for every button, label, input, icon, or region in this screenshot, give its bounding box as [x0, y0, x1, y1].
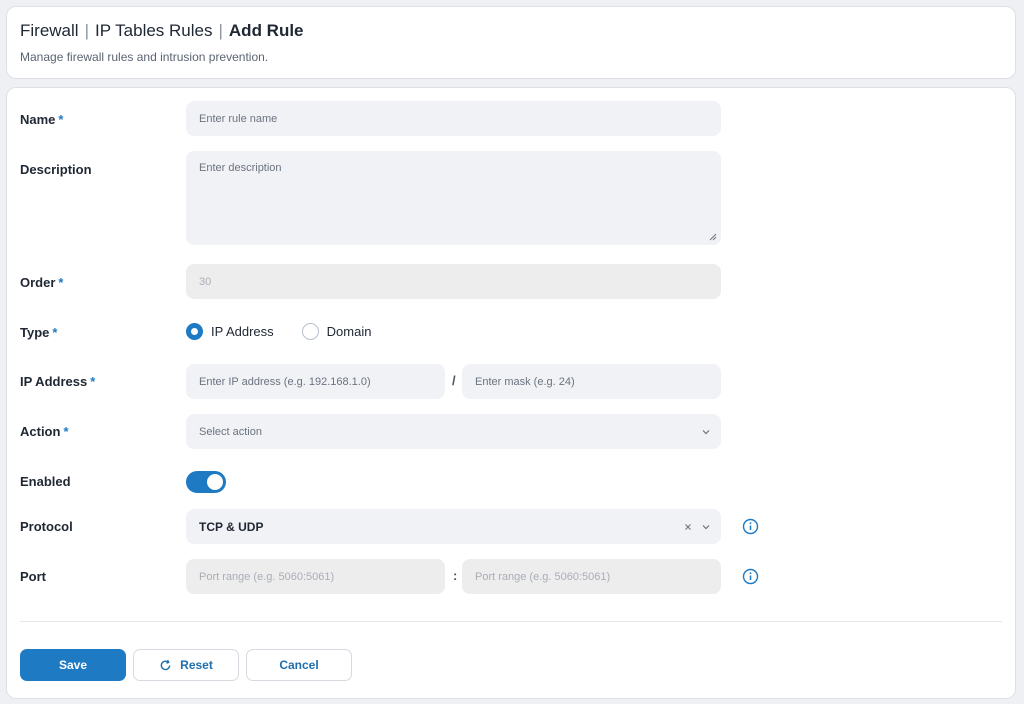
required-marker: * — [58, 112, 64, 127]
chevron-down-icon[interactable] — [701, 523, 711, 531]
required-marker: * — [52, 325, 58, 340]
port-info-icon[interactable] — [742, 568, 759, 585]
ip-address-input[interactable]: Enter IP address (e.g. 192.168.1.0) — [186, 364, 445, 399]
order-value: 30 — [199, 275, 212, 288]
ip-address-placeholder: Enter IP address (e.g. 192.168.1.0) — [199, 375, 371, 388]
reset-button[interactable]: Reset — [133, 649, 239, 681]
action-placeholder: Select action — [199, 425, 262, 438]
protocol-info-icon[interactable] — [742, 518, 759, 535]
ip-address-label: IP Address * — [20, 374, 96, 389]
port-from-placeholder: Port range (e.g. 5060:5061) — [199, 570, 335, 583]
type-label: Type * — [20, 325, 58, 340]
port-to-placeholder: Port range (e.g. 5060:5061) — [475, 570, 611, 583]
type-option-label: Domain — [326, 324, 372, 339]
reset-button-label: Reset — [180, 658, 213, 672]
cancel-button-label: Cancel — [279, 658, 319, 672]
protocol-value: TCP & UDP — [199, 519, 264, 534]
cancel-button[interactable]: Cancel — [246, 649, 352, 681]
radio-unchecked-icon[interactable] — [301, 323, 319, 340]
name-input[interactable]: Enter rule name — [186, 101, 721, 136]
port-label: Port — [20, 569, 46, 584]
type-radio-group: IP Address Domain — [186, 323, 399, 340]
name-label: Name * — [20, 112, 64, 127]
radio-checked-icon[interactable] — [186, 323, 203, 340]
form-divider — [20, 621, 1002, 622]
breadcrumb: Firewall | IP Tables Rules | Add Rule — [20, 21, 304, 41]
breadcrumb-separator: | — [218, 21, 223, 40]
protocol-select[interactable]: TCP & UDP — [186, 509, 721, 544]
port-to-input: Port range (e.g. 5060:5061) — [462, 559, 721, 594]
breadcrumb-firewall[interactable]: Firewall — [20, 21, 79, 41]
type-option-ip-address[interactable]: IP Address — [186, 323, 274, 340]
action-label: Action * — [20, 424, 69, 439]
save-button-label: Save — [58, 658, 88, 672]
enabled-label: Enabled — [20, 474, 71, 489]
port-range-separator: : — [453, 568, 458, 583]
close-icon[interactable] — [683, 522, 693, 532]
description-textarea[interactable]: Enter description — [186, 151, 721, 245]
action-select[interactable]: Select action — [186, 414, 721, 449]
name-placeholder: Enter rule name — [199, 112, 278, 125]
order-input: 30 — [186, 264, 721, 299]
enabled-toggle[interactable] — [186, 471, 226, 493]
refresh-icon — [160, 659, 171, 670]
type-option-domain[interactable]: Domain — [301, 323, 372, 340]
breadcrumb-ip-tables-rules[interactable]: IP Tables Rules — [95, 21, 213, 41]
description-placeholder: Enter description — [199, 162, 282, 174]
required-marker: * — [63, 424, 69, 439]
order-label: Order * — [20, 275, 64, 290]
description-label: Description — [20, 162, 92, 177]
required-marker: * — [58, 275, 64, 290]
save-button[interactable]: Save — [20, 649, 126, 681]
page-subtitle: Manage firewall rules and intrusion prev… — [20, 50, 269, 64]
protocol-label: Protocol — [20, 519, 73, 534]
resize-handle-icon[interactable] — [709, 233, 717, 241]
toggle-knob — [207, 474, 223, 490]
breadcrumb-separator: | — [84, 21, 89, 40]
port-from-input: Port range (e.g. 5060:5061) — [186, 559, 445, 594]
breadcrumb-add-rule: Add Rule — [228, 21, 304, 40]
ip-mask-input[interactable]: Enter mask (e.g. 24) — [462, 364, 721, 399]
rule-form: Name * Enter rule name Description Enter … — [6, 87, 1016, 699]
page-header: Firewall | IP Tables Rules | Add Rule Ma… — [6, 6, 1016, 79]
ip-mask-placeholder: Enter mask (e.g. 24) — [475, 375, 575, 388]
chevron-down-icon[interactable] — [701, 428, 711, 436]
required-marker: * — [90, 374, 96, 389]
type-option-label: IP Address — [211, 324, 274, 339]
ip-mask-separator: / — [452, 373, 456, 388]
